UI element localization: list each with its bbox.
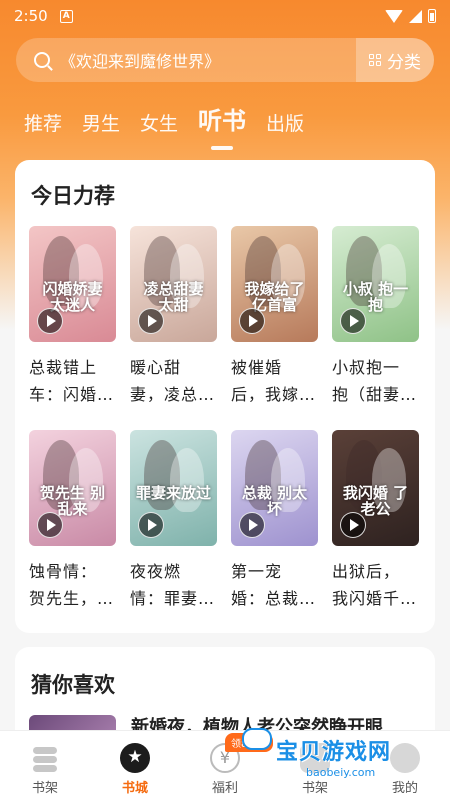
nav-label: 我的 (391, 781, 418, 796)
search-icon (34, 52, 50, 68)
play-icon[interactable] (37, 308, 63, 334)
nav-item-bookshelf[interactable]: 书架 (0, 731, 90, 800)
battery-icon (428, 9, 436, 23)
book-cover[interactable]: 凌总甜妻 太甜 (130, 226, 217, 342)
book-cover[interactable]: 小叔 抱一抱 (332, 226, 419, 342)
book-cover[interactable]: 总裁 别太坏 (231, 430, 318, 546)
nav-label: 书架 (301, 781, 328, 796)
book-title[interactable]: 小叔抱一 抱（甜妻… (332, 354, 419, 408)
book-cover[interactable]: 贺先生 别乱来 (29, 430, 116, 546)
book-title[interactable]: 暖心甜 妻，凌总… (130, 354, 217, 408)
welfare-badge: 领8.0元 (225, 733, 273, 752)
book-title[interactable]: 被催婚 后，我嫁… (231, 354, 318, 408)
shelf-icon (300, 743, 330, 773)
nav-label: 福利 (211, 781, 238, 796)
play-icon[interactable] (239, 308, 265, 334)
book-title[interactable]: 夜夜燃 情：罪妻… (130, 558, 217, 612)
play-icon[interactable] (340, 512, 366, 538)
tab-indicator (211, 146, 234, 150)
category-button[interactable]: 分类 (356, 38, 434, 82)
book-cover[interactable]: 罪妻来放过 (130, 430, 217, 546)
book-item[interactable]: 我闪婚 了老公出狱后， 我闪婚千… (332, 430, 419, 612)
book-item[interactable]: 我嫁给了 亿首富被催婚 后，我嫁… (231, 226, 318, 408)
bottom-nav: 书架 书城 福利 领8.0元 书架 我的 (0, 730, 450, 800)
section-title: 今日力荐 (31, 184, 115, 208)
book-grid: 闪婚娇妻 太迷人 总裁错上 车：闪婚… 凌总甜妻 太甜 暖心甜 妻，凌总… 我嫁给了 亿… (29, 226, 421, 612)
recommend-card: 今日力荐 闪婚娇妻 太迷人 总裁错上 车：闪婚… 凌总甜妻 太甜 暖心甜 妻，凌总… 我… (15, 160, 435, 633)
book-item[interactable]: 总裁 别太坏第一宠 婚：总裁… (231, 430, 318, 612)
signal-icon (409, 9, 422, 23)
nav-label: 书城 (121, 781, 148, 796)
search-placeholder: 《欢迎来到魔修世界》 (60, 52, 221, 71)
book-title[interactable]: 出狱后， 我闪婚千… (332, 558, 419, 612)
book-item[interactable]: 小叔 抱一抱小叔抱一 抱（甜妻… (332, 226, 419, 408)
book-cover[interactable]: 闪婚娇妻 太迷人 (29, 226, 116, 342)
bookshelf-icon (30, 743, 60, 773)
play-icon[interactable] (138, 308, 164, 334)
tab-audiobook[interactable]: 听书 (198, 101, 247, 150)
status-time: 2:50 (14, 7, 48, 25)
bookstore-icon (120, 743, 150, 773)
book-cover[interactable]: 我闪婚 了老公 (332, 430, 419, 546)
notification-icon: A (59, 9, 73, 23)
cover-illustration (170, 448, 204, 512)
play-icon[interactable] (239, 512, 265, 538)
wifi-icon (385, 9, 403, 23)
grid-icon (369, 54, 381, 66)
book-title[interactable]: 总裁错上 车：闪婚… (29, 354, 116, 408)
play-icon[interactable] (138, 512, 164, 538)
book-item[interactable]: 闪婚娇妻 太迷人总裁错上 车：闪婚… (29, 226, 116, 408)
tab-audiobook-label: 听书 (198, 107, 247, 135)
nav-label: 书架 (31, 781, 58, 796)
nav-item-bookstore[interactable]: 书城 (90, 731, 180, 800)
cover-title: 罪妻来放过 (135, 484, 211, 502)
nav-item-mine[interactable]: 我的 (360, 731, 450, 800)
play-icon[interactable] (340, 308, 366, 334)
channel-tabs: 推荐 男生 女生 听书 出版 (24, 96, 304, 150)
book-cover[interactable]: 我嫁给了 亿首富 (231, 226, 318, 342)
tab-male[interactable]: 男生 (82, 109, 120, 136)
book-title[interactable]: 蚀骨情： 贺先生，… (29, 558, 116, 612)
book-item[interactable]: 罪妻来放过 夜夜燃 情：罪妻… (130, 430, 217, 612)
book-item[interactable]: 凌总甜妻 太甜暖心甜 妻，凌总… (130, 226, 217, 408)
search-bar[interactable]: 《欢迎来到魔修世界》 分类 (16, 38, 434, 82)
nav-item-shelf[interactable]: 书架 (270, 731, 360, 800)
play-icon[interactable] (37, 512, 63, 538)
book-title[interactable]: 第一宠 婚：总裁… (231, 558, 318, 612)
tab-recommend[interactable]: 推荐 (24, 109, 62, 136)
book-item[interactable]: 贺先生 别乱来蚀骨情： 贺先生，… (29, 430, 116, 612)
nav-item-welfare[interactable]: 福利 领8.0元 (180, 731, 273, 800)
profile-icon (390, 743, 420, 773)
section-title: 猜你喜欢 (31, 673, 115, 697)
tab-female[interactable]: 女生 (140, 109, 178, 136)
category-label: 分类 (387, 52, 421, 73)
tab-publish[interactable]: 出版 (266, 109, 304, 136)
status-bar: 2:50 A (0, 0, 450, 32)
